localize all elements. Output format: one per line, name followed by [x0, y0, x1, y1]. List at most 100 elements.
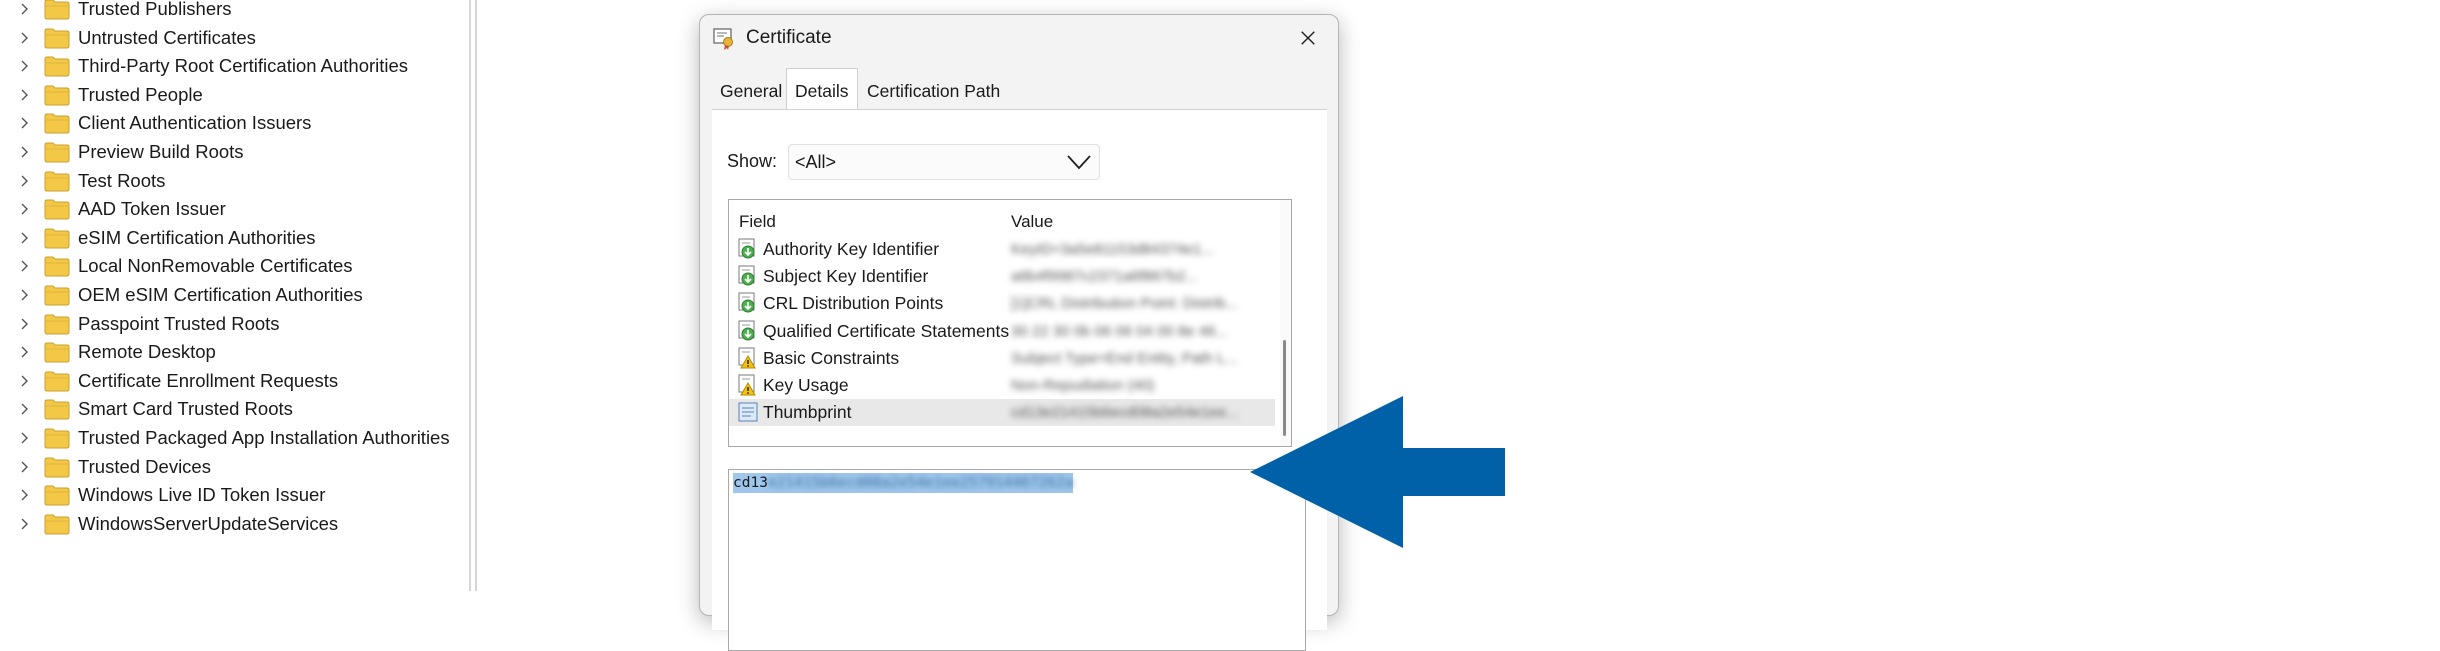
tab-details[interactable]: Details	[786, 68, 858, 110]
thumbprint-value-visible: cd13	[733, 475, 768, 491]
chevron-right-icon[interactable]	[18, 338, 32, 366]
chevron-right-icon[interactable]	[18, 424, 32, 452]
chevron-right-icon[interactable]	[18, 138, 32, 166]
folder-icon	[44, 198, 70, 220]
critical-extension-icon	[737, 347, 759, 369]
tree-item[interactable]: OEM eSIM Certification Authorities	[0, 281, 465, 309]
tree-item[interactable]: Certificate Enrollment Requests	[0, 367, 465, 395]
tree-item[interactable]: Remote Desktop	[0, 338, 465, 366]
chevron-right-icon[interactable]	[18, 167, 32, 195]
chevron-right-icon[interactable]	[18, 195, 32, 223]
chevron-right-icon[interactable]	[18, 367, 32, 395]
field-value-textbox[interactable]: cd13e21415b6ecd08a2e54e1ee257914467262a	[728, 469, 1306, 651]
row-field-name: Thumbprint	[763, 402, 852, 423]
tree-item-label: Smart Card Trusted Roots	[78, 398, 293, 420]
folder-icon	[44, 0, 70, 20]
certificate-extension-icon	[737, 320, 759, 342]
tree-item-label: AAD Token Issuer	[78, 198, 226, 220]
chevron-right-icon[interactable]	[18, 24, 32, 52]
tree-item[interactable]: Client Authentication Issuers	[0, 109, 465, 137]
row-field-name: Subject Key Identifier	[763, 266, 929, 287]
chevron-right-icon[interactable]	[18, 481, 32, 509]
folder-icon	[44, 227, 70, 249]
chevron-right-icon[interactable]	[18, 52, 32, 80]
tree-item[interactable]: Trusted People	[0, 81, 465, 109]
thumbprint-value-redacted: e21415b6ecd08a2e54e1ee257914467262a	[767, 475, 1074, 491]
chevron-right-icon[interactable]	[18, 252, 32, 280]
tree-item[interactable]: Untrusted Certificates	[0, 24, 465, 52]
tree-item-label: Preview Build Roots	[78, 141, 244, 162]
tree-item[interactable]: WindowsServerUpdateServices	[0, 510, 465, 538]
panel-divider[interactable]	[469, 0, 471, 591]
chevron-right-icon[interactable]	[18, 0, 32, 23]
chevron-right-icon[interactable]	[18, 109, 32, 137]
row-field-name: Qualified Certificate Statements	[763, 320, 1010, 341]
list-row[interactable]: Thumbprint cd13e21415b6ecd08a2e54e1ee...	[729, 399, 1275, 427]
tree-item-label: Untrusted Certificates	[78, 26, 256, 48]
thumbprint-value-text[interactable]: cd13e21415b6ecd08a2e54e1ee257914467262a	[733, 473, 1074, 493]
tree-item[interactable]: Smart Card Trusted Roots	[0, 395, 465, 423]
panel-divider-2	[475, 0, 477, 591]
tab-general[interactable]: General	[712, 73, 790, 109]
list-row[interactable]: Basic Constraints Subject Type=End Entity…	[729, 345, 1275, 372]
tree-item[interactable]: Windows Live ID Token Issuer	[0, 481, 465, 509]
close-button[interactable]	[1295, 25, 1321, 51]
folder-icon	[44, 84, 70, 106]
chevron-right-icon[interactable]	[18, 281, 32, 309]
tree-item[interactable]: Test Roots	[0, 167, 465, 195]
column-header-value[interactable]: Value	[1011, 211, 1053, 233]
row-field-name: Basic Constraints	[763, 347, 900, 368]
folder-icon	[44, 141, 70, 163]
folder-icon	[44, 484, 70, 506]
show-label: Show:	[727, 151, 778, 171]
tree-item-label: OEM eSIM Certification Authorities	[78, 284, 363, 305]
tree-item[interactable]: AAD Token Issuer	[0, 195, 465, 223]
critical-extension-icon	[737, 374, 759, 396]
arrow-left-icon	[1250, 396, 1505, 548]
tree-item[interactable]: Preview Build Roots	[0, 138, 465, 166]
tree-item[interactable]: eSIM Certification Authorities	[0, 224, 465, 252]
tree-item[interactable]: Trusted Publishers	[0, 0, 465, 23]
tree-item[interactable]: Local NonRemovable Certificates	[0, 252, 465, 280]
certificate-extension-icon	[737, 292, 759, 314]
row-field-name: Key Usage	[763, 375, 849, 395]
list-row[interactable]: Key Usage Non-Repudiation (40)	[729, 372, 1275, 399]
tree-item-label: Third-Party Root Certification Authoriti…	[78, 55, 409, 77]
folder-icon	[44, 55, 70, 77]
folder-icon	[44, 456, 70, 478]
chevron-right-icon[interactable]	[18, 310, 32, 338]
certificate-extension-icon	[737, 265, 759, 287]
chevron-right-icon[interactable]	[18, 510, 32, 538]
tab-certification-path[interactable]: Certification Path	[859, 73, 1008, 109]
chevron-right-icon[interactable]	[18, 81, 32, 109]
certificate-dialog: Certificate General Details Certificatio…	[699, 14, 1339, 651]
tree-item[interactable]: Trusted Devices	[0, 453, 465, 481]
field-list[interactable]: Field Value Authority Key Identifier KeyI…	[728, 199, 1292, 447]
tree-item[interactable]: Trusted Packaged App Installation Author…	[0, 424, 465, 452]
tree-item-label: Local NonRemovable Certificates	[78, 255, 353, 277]
tree-item[interactable]: Passpoint Trusted Roots	[0, 310, 465, 338]
folder-icon	[44, 398, 70, 420]
row-field-value: Subject Type=End Entity, Path L...	[1011, 349, 1238, 367]
chevron-right-icon[interactable]	[18, 224, 32, 252]
list-row[interactable]: Authority Key Identifier KeyID=3a5e81153d…	[729, 236, 1275, 263]
folder-icon	[44, 112, 70, 134]
list-row[interactable]: CRL Distribution Points [1]CRL Distributi…	[729, 290, 1275, 317]
column-header-field[interactable]: Field	[739, 211, 776, 233]
folder-icon	[44, 341, 70, 363]
tree-item[interactable]: Third-Party Root Certification Authoriti…	[0, 52, 465, 80]
folder-icon	[44, 513, 70, 535]
tree-item-label: Certificate Enrollment Requests	[78, 369, 339, 391]
list-row[interactable]: Qualified Certificate Statements 30 22 30…	[729, 318, 1275, 345]
folder-icon	[44, 27, 70, 49]
show-dropdown-value: <All>	[795, 152, 837, 172]
folder-icon	[44, 427, 70, 449]
close-icon	[1301, 31, 1315, 45]
tree-item-label: Test Roots	[78, 169, 166, 191]
row-field-name: Authority Key Identifier	[763, 239, 940, 259]
list-row[interactable]: Subject Key Identifier a6b4f9987c2371a6f8…	[729, 263, 1275, 290]
chevron-right-icon[interactable]	[18, 453, 32, 481]
show-dropdown[interactable]: <All>	[788, 144, 1100, 180]
chevron-right-icon[interactable]	[18, 395, 32, 423]
tree-item-label: Trusted Devices	[78, 455, 211, 477]
